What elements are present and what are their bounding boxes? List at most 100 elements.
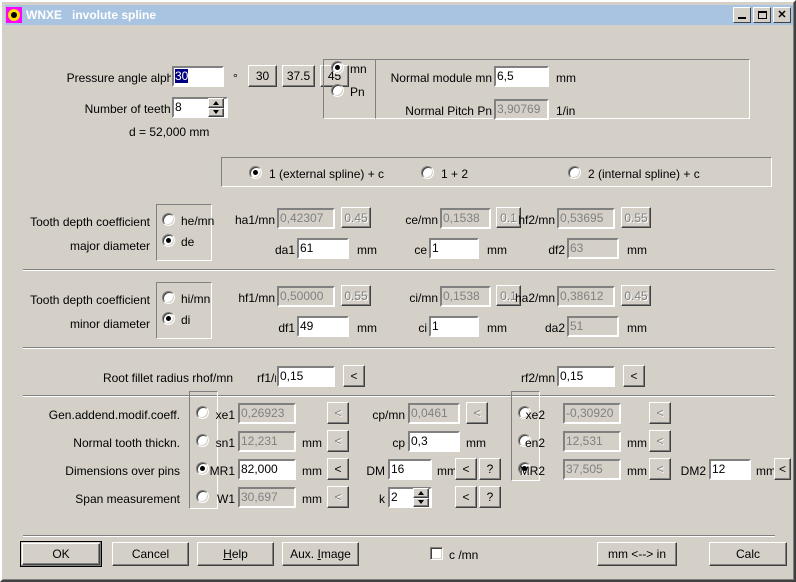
teeth-spinner-down[interactable] (208, 107, 224, 117)
ha2-mn-preset-button[interactable]: 0.45 (621, 285, 651, 306)
mr1-back-button[interactable]: < (327, 458, 349, 480)
cancel-button[interactable]: Cancel (112, 542, 189, 566)
rf2-mn-input[interactable]: 0,15 (556, 365, 616, 388)
df2-unit: mm (627, 243, 647, 257)
k-spinner-up[interactable] (413, 488, 429, 498)
en2-back-button[interactable]: < (649, 430, 671, 452)
ha2-mn-input[interactable]: 0,38612 (556, 285, 616, 308)
xe2-back-button[interactable]: < (649, 402, 671, 424)
da2-input[interactable]: 51 (566, 315, 620, 338)
ci-label: ci (418, 321, 427, 335)
teeth-spinner-up[interactable] (208, 98, 224, 108)
radio-di[interactable] (162, 312, 175, 325)
major-diameter-label-2: major diameter (69, 239, 150, 253)
k-help-button[interactable]: ? (479, 486, 501, 508)
en2-label: en2 (524, 436, 545, 450)
preset-30-button[interactable]: 30 (248, 65, 277, 87)
radio-he-mn[interactable] (162, 213, 175, 226)
xe1-back-button[interactable]: < (327, 402, 349, 424)
radio-one-plus-two[interactable] (421, 166, 434, 179)
dm-back-button[interactable]: < (455, 458, 477, 480)
xe2-input[interactable]: -0,30920 (562, 402, 622, 425)
close-button[interactable]: ✕ (773, 7, 791, 23)
chevron-down-icon (418, 500, 424, 505)
teeth-count-spinner[interactable] (208, 98, 224, 117)
dm-input[interactable]: 16 (387, 458, 433, 481)
ce-mn-input[interactable]: 0,1538 (439, 207, 492, 230)
sn1-back-button[interactable]: < (327, 430, 349, 452)
rf2-mn-back-button[interactable]: < (623, 365, 645, 387)
k-spinner-down[interactable] (413, 497, 429, 507)
ci-input[interactable]: 1 (428, 315, 480, 338)
k-spinner[interactable] (413, 488, 429, 507)
hf2-mn-preset-button[interactable]: 0.55 (621, 207, 651, 228)
ha1-mn-input[interactable]: 0,42307 (276, 207, 336, 230)
xe1-input[interactable]: 0,26923 (237, 402, 297, 425)
dm-help-button[interactable]: ? (479, 458, 501, 480)
en2-input[interactable]: 12,531 (562, 430, 622, 453)
help-button[interactable]: Help (197, 542, 274, 566)
aux-image-button-label: Aux. Image (290, 547, 351, 561)
hf2-mn-input[interactable]: 0,53695 (556, 207, 616, 230)
cp-mn-input[interactable]: 0,0461 (407, 402, 461, 425)
radio-he-mn-label: he/mn (181, 214, 215, 228)
radio-external-spline[interactable] (249, 166, 262, 179)
c-mn-checkbox[interactable] (430, 547, 443, 560)
dm2-back-button[interactable]: < (774, 458, 791, 480)
preset-37p5-button[interactable]: 37.5 (282, 65, 315, 87)
ci-mn-input[interactable]: 0,1538 (439, 285, 492, 308)
ce-input[interactable]: 1 (428, 237, 480, 260)
window-title: WNXE involute spline (26, 8, 157, 22)
df2-label: df2 (548, 243, 565, 257)
rf1-mn-input[interactable]: 0,15 (276, 365, 336, 388)
rf1-mn-back-button[interactable]: < (343, 365, 365, 387)
sn1-input[interactable]: 12,231 (237, 430, 297, 453)
w1-label: W1 (217, 492, 235, 506)
separator-4 (23, 535, 775, 537)
dm-label: DM (366, 464, 385, 478)
calc-button[interactable]: Calc (709, 542, 787, 566)
mr1-unit: mm (302, 464, 322, 478)
normal-module-input[interactable]: 6,5 (493, 65, 550, 88)
hf1-mn-preset-button[interactable]: 0.55 (341, 285, 371, 306)
w1-back-button[interactable]: < (327, 486, 349, 508)
normal-pitch-input[interactable]: 3,90769 (493, 98, 550, 121)
aux-image-button[interactable]: Aux. Image (282, 542, 359, 566)
mr1-input[interactable]: 82,000 (237, 458, 297, 481)
dm2-input[interactable]: 12 (708, 458, 752, 481)
maximize-button[interactable] (753, 7, 771, 23)
mr2-back-button[interactable]: < (649, 458, 671, 480)
ha1-mn-preset-button[interactable]: 0.45 (341, 207, 371, 228)
ci-mn-label: ci/mn (409, 291, 438, 305)
measurement-row-label-3: Span measurement (75, 492, 180, 506)
k-back-button[interactable]: < (455, 486, 477, 508)
radio-hi-mn[interactable] (162, 291, 175, 304)
help-button-label: Help (223, 547, 248, 561)
df1-input[interactable]: 49 (296, 315, 350, 338)
radio-pn[interactable] (331, 84, 344, 97)
hf1-mn-input[interactable]: 0,50000 (276, 285, 336, 308)
cp-input[interactable]: 0,3 (407, 430, 461, 453)
mr2-input[interactable]: 37,505 (562, 458, 622, 481)
minimize-button[interactable] (733, 7, 751, 23)
radio-pn-label: Pn (350, 85, 365, 99)
dm2-unit: mm (756, 464, 776, 478)
normal-module-unit: mm (556, 71, 576, 85)
c-mn-label: c /mn (449, 548, 479, 562)
ok-button[interactable]: OK (20, 541, 102, 567)
pressure-angle-input[interactable]: 30 (171, 65, 225, 88)
cp-mn-back-button[interactable]: < (466, 402, 488, 424)
window-controls: ✕ (733, 7, 791, 23)
radio-de[interactable] (162, 234, 175, 247)
radio-mn[interactable] (331, 61, 344, 74)
hf2-mn-label: hf2/mn (518, 213, 555, 227)
radio-internal-spline[interactable] (568, 166, 581, 179)
mm-in-toggle-button[interactable]: mm <--> in (597, 542, 677, 566)
sn1-unit: mm (302, 436, 322, 450)
dm-unit: mm (437, 464, 457, 478)
w1-input[interactable]: 30,697 (237, 486, 297, 509)
radio-de-label: de (181, 235, 195, 249)
da1-input[interactable]: 61 (296, 237, 350, 260)
k-label: k (379, 492, 385, 506)
df2-input[interactable]: 63 (566, 237, 620, 260)
